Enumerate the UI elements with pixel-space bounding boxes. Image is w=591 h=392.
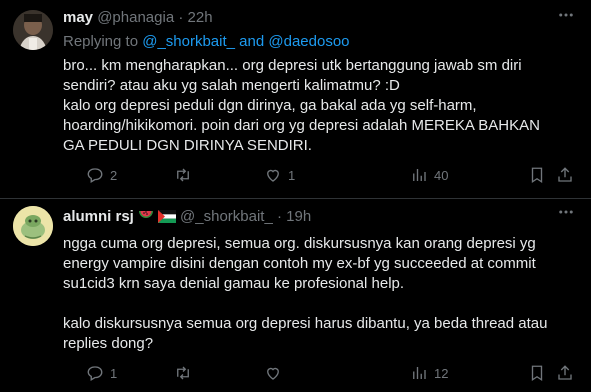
like-icon <box>267 367 279 380</box>
bookmark-button[interactable] <box>528 166 546 184</box>
palestine-flag-icon <box>157 210 176 227</box>
separator: · <box>178 9 184 26</box>
user-handle[interactable]: @phanagia <box>97 9 174 26</box>
repost-button[interactable] <box>174 364 192 382</box>
watermelon-emoji-icon <box>138 209 154 227</box>
bookmark-icon <box>531 365 543 382</box>
like-icon <box>267 169 279 182</box>
tweet-text: ngga cuma org depresi, semua org. diskur… <box>63 234 553 354</box>
views-count: 12 <box>434 365 449 381</box>
timestamp[interactable]: 22h <box>188 9 213 26</box>
reply-icon <box>87 366 103 381</box>
tweet-text: bro... km mengharapkan... org depresi ut… <box>63 56 553 156</box>
repost-button[interactable] <box>174 166 192 184</box>
reply-button[interactable]: 2 <box>86 166 117 184</box>
replying-connector: and <box>235 33 269 50</box>
reply-count: 1 <box>110 365 118 381</box>
share-icon <box>558 365 572 380</box>
display-name[interactable]: may <box>63 9 93 26</box>
mention-link[interactable]: @daedosoo <box>268 33 349 50</box>
views-button[interactable]: 40 <box>410 166 448 184</box>
tweet-paragraph: bro... km mengharapkan... org depresi ut… <box>63 57 540 154</box>
tweet-paragraph: ngga cuma org depresi, semua org. diskur… <box>63 235 536 292</box>
tweet[interactable]: alumni rsj @_shorkbait_ · 19h ngga cuma … <box>0 199 591 392</box>
action-bar: 1 12 <box>0 364 591 384</box>
mention-link[interactable]: @_shorkbait_ <box>142 33 235 50</box>
like-button[interactable]: 1 <box>264 166 295 184</box>
bookmark-button[interactable] <box>528 364 546 382</box>
display-name[interactable]: alumni rsj <box>63 208 134 225</box>
tweet[interactable]: may @phanagia · 22h Replying to @_shorkb… <box>0 0 591 199</box>
repost-icon <box>177 366 189 380</box>
like-count: 1 <box>288 167 296 183</box>
avatar[interactable] <box>13 206 53 246</box>
views-count: 40 <box>434 167 449 183</box>
replying-to: Replying to @_shorkbait_ and @daedosoo <box>63 33 350 50</box>
views-button[interactable]: 12 <box>410 364 448 382</box>
tweet-paragraph: kalo diskursusnya semua org depresi haru… <box>63 315 548 352</box>
separator: · <box>276 208 282 225</box>
reply-icon <box>87 168 103 183</box>
timestamp[interactable]: 19h <box>286 208 311 225</box>
reply-button[interactable]: 1 <box>86 364 117 382</box>
more-icon[interactable] <box>557 203 575 226</box>
action-bar: 2 1 40 <box>0 166 591 186</box>
avatar[interactable] <box>13 10 53 50</box>
views-icon <box>413 169 426 181</box>
share-icon <box>558 167 572 182</box>
share-button[interactable] <box>556 166 574 184</box>
reply-count: 2 <box>110 167 118 183</box>
repost-icon <box>177 168 189 182</box>
user-handle[interactable]: @_shorkbait_ <box>180 208 273 225</box>
like-button[interactable] <box>264 364 282 382</box>
share-button[interactable] <box>556 364 574 382</box>
more-icon[interactable] <box>557 6 575 29</box>
replying-label: Replying to <box>63 33 143 50</box>
views-icon <box>413 367 426 379</box>
bookmark-icon <box>531 167 543 184</box>
